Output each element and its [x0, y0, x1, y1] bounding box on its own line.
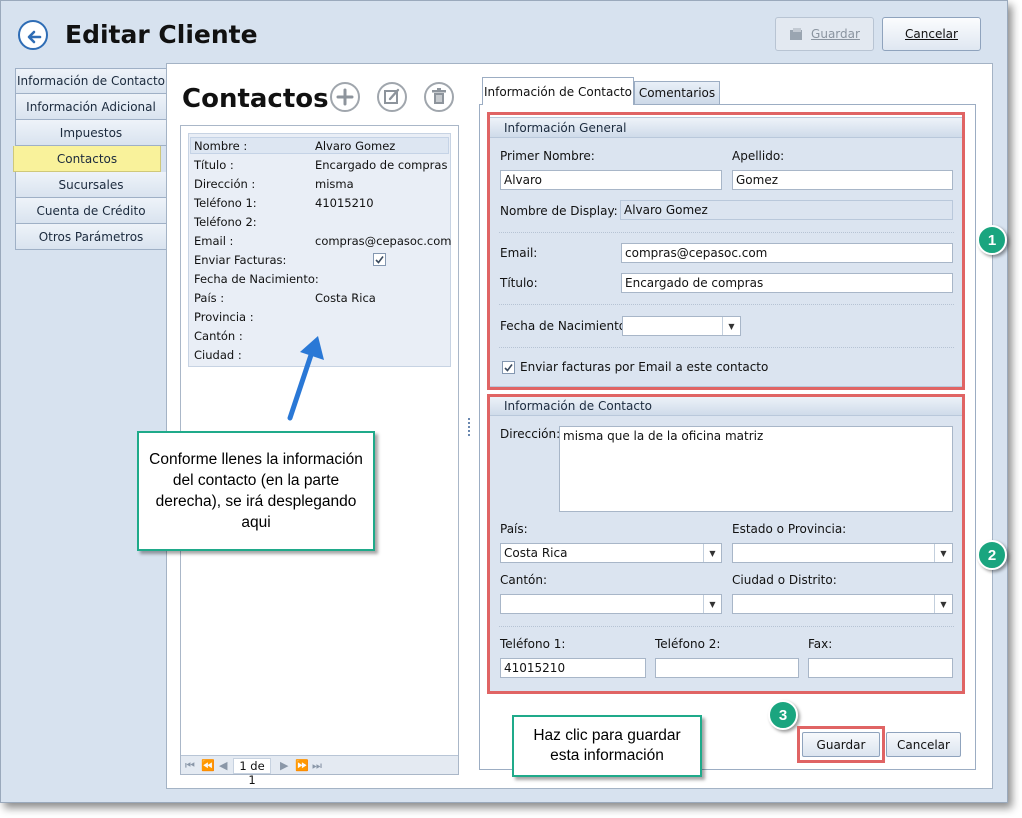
arrow-up-icon	[287, 349, 315, 421]
step-badge-1: 1	[977, 225, 1007, 255]
cancel-button[interactable]: Cancelar	[886, 732, 961, 757]
step-badge-2: 2	[977, 540, 1007, 570]
tab-contact-info[interactable]: Información de Contacto	[482, 77, 634, 105]
highlight-box-3	[797, 726, 885, 763]
step-badge-3: 3	[768, 700, 798, 730]
callout-save-hint: Haz clic para guardar esta información	[512, 715, 702, 777]
highlight-box-1	[487, 112, 965, 390]
tab-comments[interactable]: Comentarios	[634, 81, 720, 105]
callout-contacts-info: Conforme llenes la información del conta…	[137, 431, 375, 551]
splitter-handle[interactable]	[468, 418, 471, 436]
highlight-box-2	[487, 394, 965, 694]
